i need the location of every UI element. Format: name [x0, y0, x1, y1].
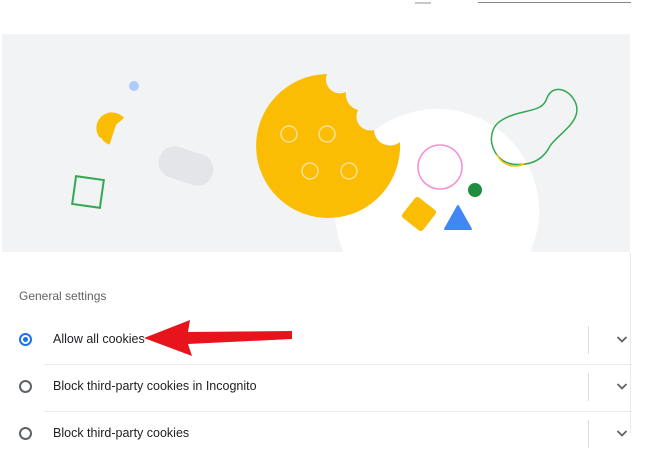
- radio-button[interactable]: [19, 380, 32, 393]
- cookie-option-allow-all[interactable]: Allow all cookies: [0, 317, 632, 363]
- divider: [588, 373, 589, 401]
- option-label: Block third-party cookies in Incognito: [53, 379, 257, 393]
- cookie-option-block-incognito[interactable]: Block third-party cookies in Incognito: [0, 364, 632, 410]
- cookie-option-block-third-party[interactable]: Block third-party cookies: [0, 411, 632, 457]
- chevron-down-icon[interactable]: [614, 425, 630, 441]
- option-label: Allow all cookies: [53, 332, 145, 346]
- top-toolbar: [0, 0, 650, 8]
- cookies-illustration: [2, 34, 630, 252]
- divider: [588, 420, 589, 448]
- section-title: General settings: [19, 289, 107, 303]
- divider: [588, 326, 589, 354]
- radio-button[interactable]: [19, 427, 32, 440]
- search-input[interactable]: [478, 2, 631, 3]
- search-icon: [415, 0, 431, 4]
- radio-button-selected[interactable]: [19, 333, 32, 346]
- option-label: Block third-party cookies: [53, 426, 190, 440]
- chevron-down-icon[interactable]: [614, 378, 630, 394]
- annotation-arrow-icon: [144, 320, 292, 356]
- chevron-down-icon[interactable]: [614, 331, 630, 347]
